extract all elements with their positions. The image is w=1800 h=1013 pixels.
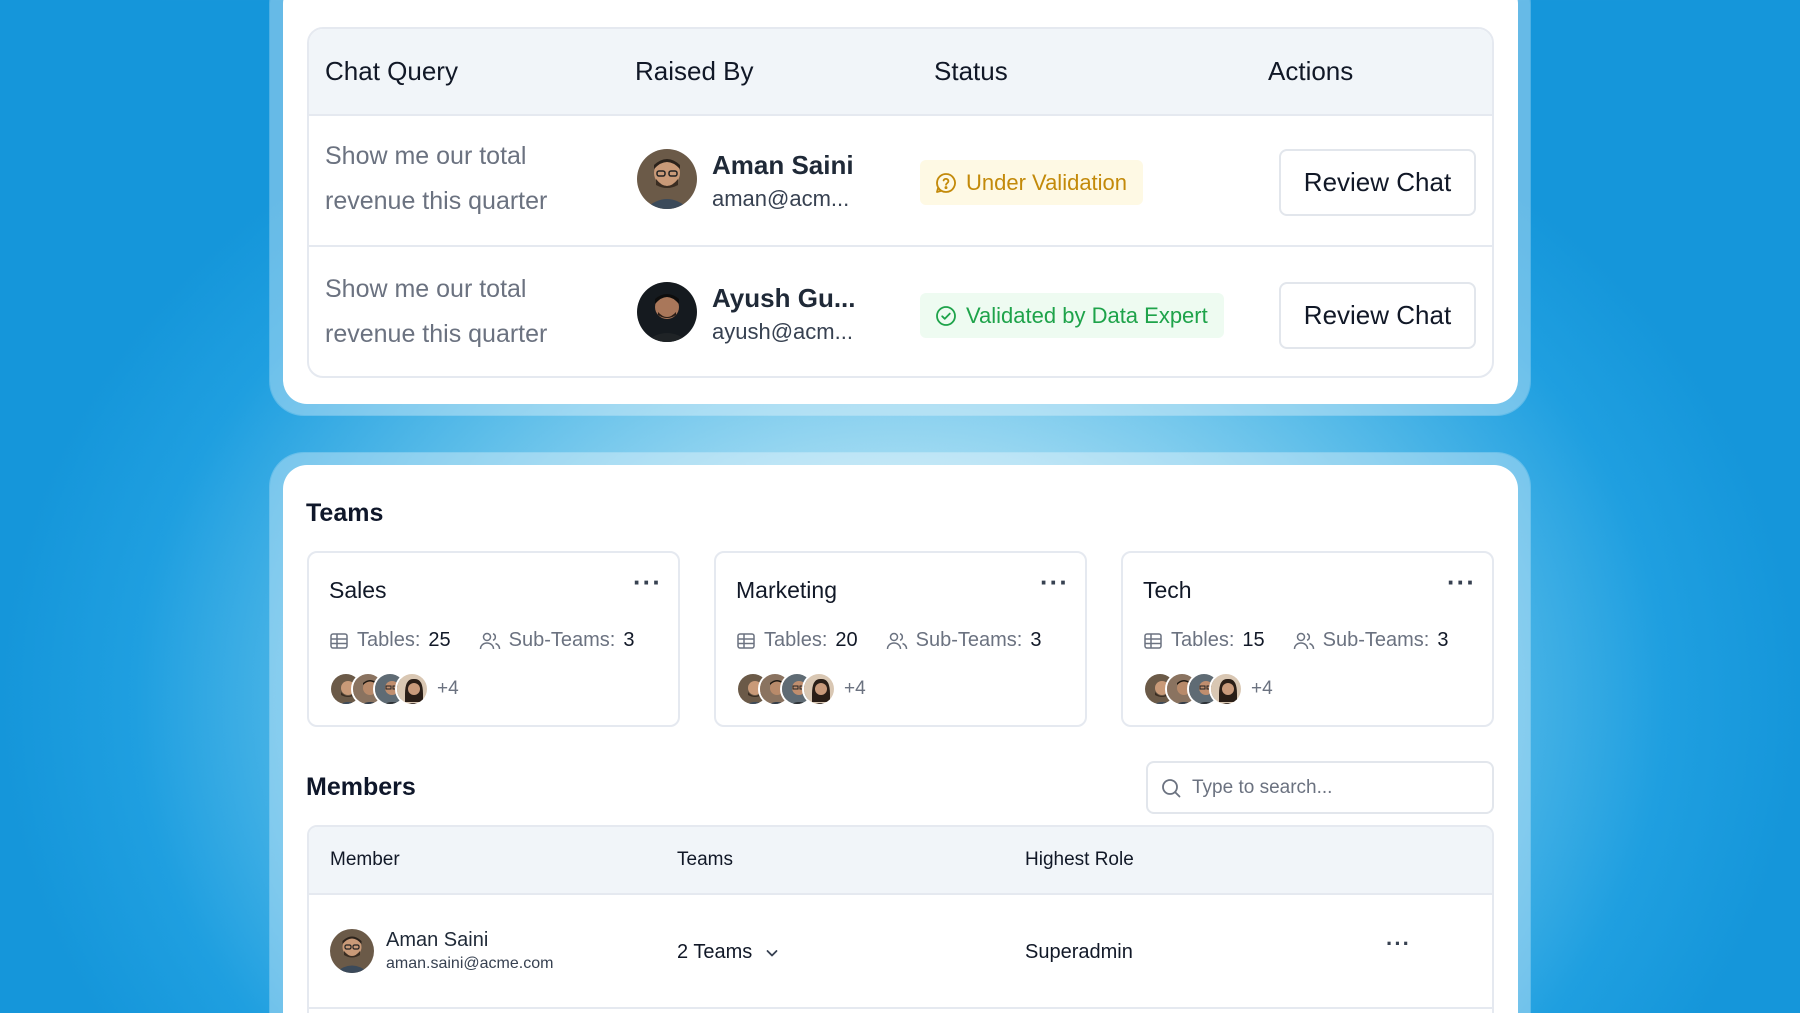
teams-dropdown[interactable]: 2 Teams <box>677 941 780 964</box>
chevron-down-icon <box>766 949 778 956</box>
table-row: Show me our total revenue this quarter A… <box>309 116 1492 247</box>
team-name: Tech <box>1143 577 1192 603</box>
team-stats: Tables: 25 Sub-Teams: 3 <box>329 629 662 652</box>
chat-query-table: Chat Query Raised By Status Actions Show… <box>307 27 1494 378</box>
table-row: Aman Saini aman.saini@acme.com 2 Teams S… <box>309 895 1492 1009</box>
col-header-highest-role: Highest Role <box>1025 849 1134 870</box>
col-header-member: Member <box>330 849 400 870</box>
member-search-box[interactable] <box>1146 761 1494 814</box>
members-table-header: Member Teams Highest Role <box>309 827 1492 895</box>
tables-count: 25 <box>428 629 451 651</box>
more-options-icon[interactable]: ··· <box>1447 567 1476 598</box>
member-role: Superadmin <box>1025 941 1133 963</box>
team-card-sales[interactable]: Sales ··· Tables: 25 Sub-Teams: 3 +4 <box>307 551 680 727</box>
team-name: Marketing <box>736 577 837 603</box>
more-options-icon[interactable]: ··· <box>1040 567 1069 598</box>
teams-count: 2 Teams <box>677 941 753 963</box>
team-stats: Tables: 20 Sub-Teams: 3 <box>736 629 1069 652</box>
members-table: Member Teams Highest Role Aman Saini ama… <box>307 825 1494 1013</box>
status-text: Validated by Data Expert <box>966 302 1208 328</box>
status-text: Under Validation <box>966 169 1128 195</box>
subteams-count: 3 <box>623 629 635 651</box>
team-card-tech[interactable]: Tech ··· Tables: 15 Sub-Teams: 3 +4 <box>1121 551 1494 727</box>
users-icon <box>1293 632 1314 649</box>
chat-question-icon <box>936 172 956 193</box>
more-options-icon[interactable]: ··· <box>633 567 662 598</box>
more-members-count: +4 <box>844 678 866 699</box>
table-row: Show me our total revenue this quarter A… <box>309 249 1492 376</box>
subteams-label: Sub-Teams: <box>508 629 616 651</box>
raised-by-name: Ayush Gu... <box>712 283 856 313</box>
avatar <box>637 282 697 342</box>
avatar <box>330 929 374 973</box>
members-section-title: Members <box>306 773 416 801</box>
table-icon <box>737 632 755 649</box>
review-chat-button[interactable]: Review Chat <box>1279 282 1476 349</box>
team-name: Sales <box>329 577 387 603</box>
status-badge: Under Validation <box>920 160 1144 205</box>
more-members-count: +4 <box>1251 678 1273 699</box>
team-stats: Tables: 15 Sub-Teams: 3 <box>1143 629 1476 652</box>
table-icon <box>1144 632 1162 649</box>
avatar <box>802 672 836 706</box>
search-icon <box>1162 778 1181 797</box>
chat-query-text: Show me our total revenue this quarter <box>325 142 548 215</box>
raised-by-email: aman@acm... <box>712 186 850 211</box>
col-header-raised-by: Raised By <box>635 56 754 86</box>
member-name: Aman Saini <box>386 929 489 951</box>
col-header-chat-query: Chat Query <box>325 56 458 86</box>
users-icon <box>886 632 907 649</box>
col-header-teams: Teams <box>677 849 733 870</box>
member-avatar-stack: +4 <box>329 672 459 706</box>
subteams-label: Sub-Teams: <box>1322 629 1430 651</box>
chat-query-text: Show me our total revenue this quarter <box>325 275 548 348</box>
teams-section-title: Teams <box>306 499 384 527</box>
member-email: aman.saini@acme.com <box>386 955 554 972</box>
search-input[interactable] <box>1192 776 1472 799</box>
table-icon <box>330 632 348 649</box>
chat-query-table-header: Chat Query Raised By Status Actions <box>309 29 1492 116</box>
avatar <box>1209 672 1243 706</box>
review-chat-button[interactable]: Review Chat <box>1279 149 1476 216</box>
subteams-count: 3 <box>1437 629 1449 651</box>
tables-label: Tables: <box>764 629 828 651</box>
member-avatar-stack: +4 <box>1143 672 1273 706</box>
tables-label: Tables: <box>1171 629 1235 651</box>
avatar <box>395 672 429 706</box>
subteams-count: 3 <box>1030 629 1042 651</box>
check-circle-icon <box>936 305 956 326</box>
tables-count: 20 <box>835 629 858 651</box>
raised-by-name: Aman Saini <box>712 150 854 180</box>
avatar <box>637 149 697 209</box>
tables-count: 15 <box>1242 629 1265 651</box>
member-avatar-stack: +4 <box>736 672 866 706</box>
team-card-marketing[interactable]: Marketing ··· Tables: 20 Sub-Teams: 3 +4 <box>714 551 1087 727</box>
col-header-status: Status <box>934 56 1008 86</box>
subteams-label: Sub-Teams: <box>915 629 1023 651</box>
tables-label: Tables: <box>357 629 421 651</box>
more-members-count: +4 <box>437 678 459 699</box>
status-badge: Validated by Data Expert <box>920 293 1224 338</box>
raised-by-email: ayush@acm... <box>712 319 853 344</box>
users-icon <box>479 632 500 649</box>
col-header-actions: Actions <box>1268 56 1354 86</box>
more-options-icon[interactable]: ··· <box>1386 931 1411 957</box>
